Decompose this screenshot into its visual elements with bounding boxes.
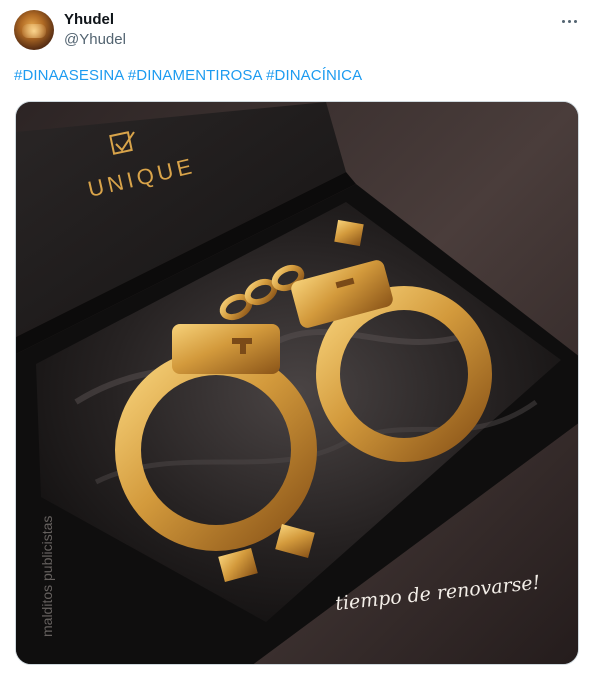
more-options-button[interactable] (552, 10, 586, 32)
lock-charm (334, 219, 364, 247)
hashtag-link[interactable]: #DINAMENTIROSA (128, 67, 262, 84)
more-dot-icon (567, 19, 571, 23)
author-handle[interactable]: @Yhudel (64, 31, 126, 48)
hashtag-link[interactable]: #DINAASESINA (14, 67, 124, 84)
author-avatar[interactable] (14, 10, 54, 50)
image-watermark: malditos publicistas (39, 516, 55, 637)
post-image[interactable]: UNIQUE tiempo de renovarse! malditos pub… (15, 101, 579, 665)
author-name[interactable]: Yhudel (64, 11, 114, 28)
post-hashtags: #DINAASESINA #DINAMENTIROSA #DINACÍNICA (14, 67, 362, 84)
handcuffs-box-illustration: UNIQUE tiempo de renovarse! malditos pub… (16, 102, 578, 664)
more-dot-icon (573, 19, 577, 23)
more-dot-icon (561, 19, 565, 23)
hashtag-link[interactable]: #DINACÍNICA (266, 67, 362, 84)
